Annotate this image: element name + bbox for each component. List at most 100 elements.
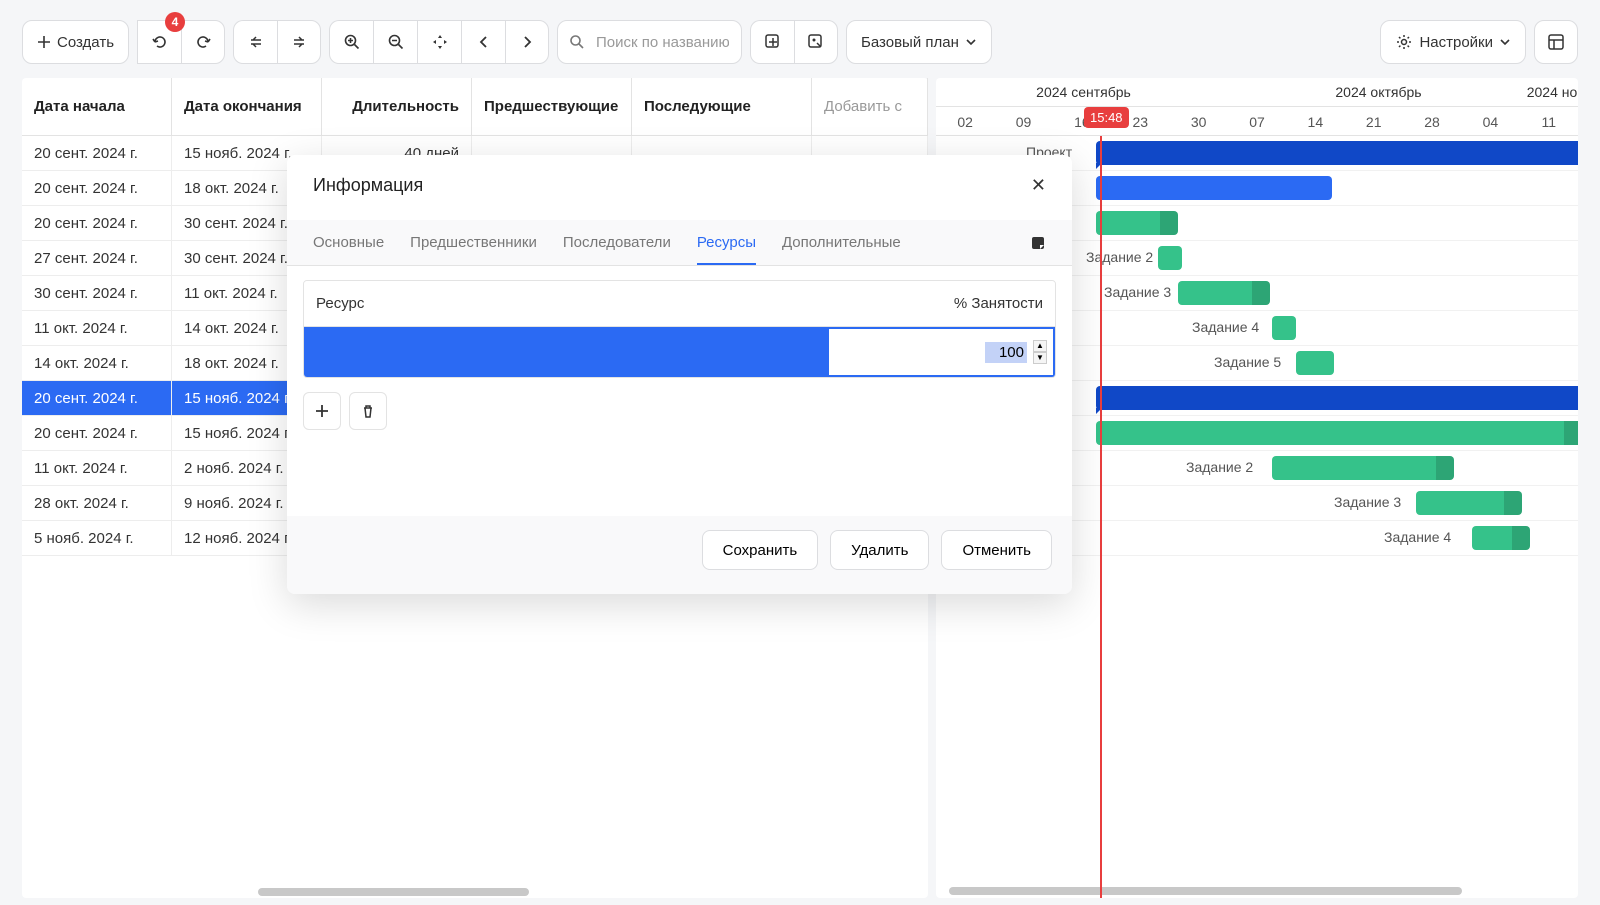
bar-label: Задание 3 [1104,284,1171,300]
resource-row[interactable]: ▲ ▼ [304,327,1055,377]
cancel-button[interactable]: Отменить [941,530,1052,570]
prev-button[interactable] [461,20,505,64]
day-label: 02 [936,114,994,130]
day-label: 04 [1461,114,1519,130]
cell-start[interactable]: 20 сент. 2024 г. [22,381,172,415]
gantt-bar[interactable] [1096,141,1578,165]
create-label: Создать [57,34,114,51]
collapse-icon [807,33,825,51]
spinner-down[interactable]: ▼ [1033,352,1047,364]
zoom-out-button[interactable] [373,20,417,64]
col-start[interactable]: Дата начала [22,78,172,135]
delete-resource-button[interactable] [349,392,387,430]
gantt-bar[interactable] [1158,246,1182,270]
save-button[interactable]: Сохранить [702,530,819,570]
redo-button[interactable] [181,20,225,64]
zoom-fit-button[interactable] [417,20,461,64]
col-predecessors[interactable]: Предшествующие [472,78,632,135]
gantt-bar[interactable] [1416,491,1522,515]
baseline-label: Базовый план [861,34,959,51]
undo-redo-group: 4 [137,20,225,64]
view-group [750,20,838,64]
cell-start[interactable]: 20 сент. 2024 г. [22,171,172,205]
cell-start[interactable]: 11 окт. 2024 г. [22,451,172,485]
day-label: 28 [1403,114,1461,130]
day-label: 21 [1345,114,1403,130]
collapse-button[interactable] [794,20,838,64]
resource-value-cell[interactable]: ▲ ▼ [827,327,1055,377]
modal-body: Ресурс % Занятости ▲ ▼ [287,266,1072,516]
modal-header: Информация ✕ [287,155,1072,220]
col-end[interactable]: Дата окончания [172,78,322,135]
settings-label: Настройки [1419,34,1493,51]
gantt-bar[interactable] [1096,176,1332,200]
gantt-bar[interactable] [1272,456,1454,480]
tab-successors[interactable]: Последователи [563,220,671,265]
modal-tabs: Основные Предшественники Последователи Р… [287,220,1072,266]
outdent-button[interactable] [233,20,277,64]
add-resource-button[interactable] [303,392,341,430]
spinner-up[interactable]: ▲ [1033,340,1047,352]
redo-icon [194,33,212,51]
gantt-bar[interactable] [1096,386,1578,410]
resource-header: Ресурс % Занятости [304,281,1055,327]
cell-start[interactable]: 11 окт. 2024 г. [22,311,172,345]
zoom-fit-icon [431,33,449,51]
gantt-days: 0209162330071421280411 [936,107,1578,136]
tab-predecessors[interactable]: Предшественники [410,220,537,265]
gantt-bar[interactable] [1472,526,1530,550]
tab-resources[interactable]: Ресурсы [697,220,756,265]
gantt-bar[interactable] [1272,316,1296,340]
next-button[interactable] [505,20,549,64]
col-busy[interactable]: % Занятости [942,281,1055,326]
month-label: 2024 сентябрь [936,84,1231,100]
gantt-bar[interactable] [1296,351,1334,375]
create-button[interactable]: Создать [22,20,129,64]
baseline-button[interactable]: Базовый план [846,20,992,64]
cell-start[interactable]: 5 нояб. 2024 г. [22,521,172,555]
gantt-bar[interactable] [1096,211,1178,235]
cell-start[interactable]: 20 сент. 2024 г. [22,416,172,450]
resource-table: Ресурс % Занятости ▲ ▼ [303,280,1056,378]
indent-group [233,20,321,64]
gantt-scrollbar[interactable] [936,887,1578,895]
modal-close-button[interactable]: ✕ [1031,175,1046,196]
resource-name-cell[interactable] [304,327,827,377]
gear-icon [1395,33,1413,51]
tab-notes[interactable] [1030,220,1046,265]
day-label: 07 [1228,114,1286,130]
grid-scrollbar[interactable] [22,886,928,898]
toolbar: Создать 4 Базовый план Настройки [0,0,1600,78]
col-successors[interactable]: Последующие [632,78,812,135]
now-marker: 15:48 [1084,107,1129,128]
indent-button[interactable] [277,20,321,64]
gantt-bar[interactable] [1178,281,1270,305]
layout-button[interactable] [1534,20,1578,64]
col-duration[interactable]: Длительность [322,78,472,135]
cell-start[interactable]: 20 сент. 2024 г. [22,136,172,170]
cell-start[interactable]: 20 сент. 2024 г. [22,206,172,240]
expand-icon [764,33,782,51]
resource-actions [303,378,1056,444]
spinner: ▲ ▼ [1033,340,1047,364]
layout-icon [1547,33,1565,51]
tab-general[interactable]: Основные [313,220,384,265]
expand-button[interactable] [750,20,794,64]
col-resource[interactable]: Ресурс [304,281,376,326]
cell-start[interactable]: 30 сент. 2024 г. [22,276,172,310]
settings-button[interactable]: Настройки [1380,20,1526,64]
bar-label: Задание 4 [1384,529,1451,545]
tab-advanced[interactable]: Дополнительные [782,220,901,265]
bar-label: Задание 4 [1192,319,1259,335]
col-add[interactable]: Добавить с [812,78,928,135]
gantt-bar[interactable] [1096,421,1578,445]
cell-start[interactable]: 27 сент. 2024 г. [22,241,172,275]
chevron-down-icon [965,36,977,48]
bar-label: Задание 2 [1086,249,1153,265]
cell-start[interactable]: 28 окт. 2024 г. [22,486,172,520]
zoom-in-button[interactable] [329,20,373,64]
resource-percent-input[interactable] [985,342,1027,363]
delete-button[interactable]: Удалить [830,530,929,570]
zoom-nav-group [329,20,549,64]
cell-start[interactable]: 14 окт. 2024 г. [22,346,172,380]
